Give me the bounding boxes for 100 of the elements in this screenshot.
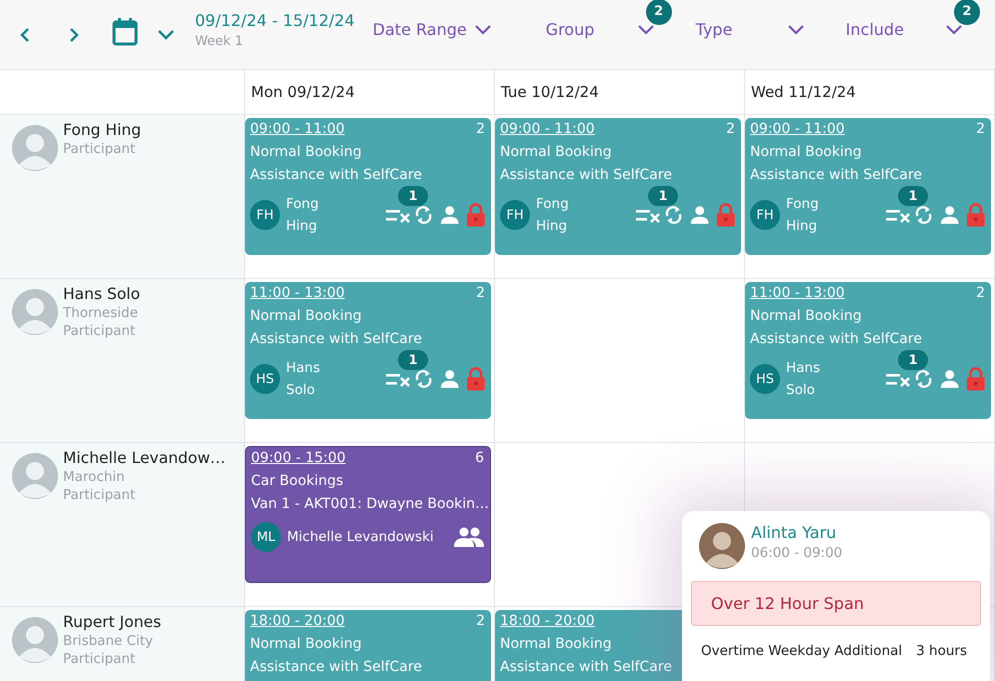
participant-name: Rupert Jones: [63, 613, 162, 631]
count-badge: 1: [398, 186, 428, 206]
booking-service: Assistance with SelfCare: [250, 167, 423, 183]
initials-avatar: FH: [250, 200, 280, 230]
participant-detail: Brisbane City: [63, 633, 154, 649]
initials-avatar: FH: [750, 200, 780, 230]
booking-count: 6: [475, 450, 484, 466]
booking-service: Assistance with SelfCare: [500, 167, 673, 183]
count-badge: 1: [648, 186, 678, 206]
participant-detail: Participant: [63, 323, 136, 339]
lock-icon[interactable]: [716, 202, 735, 228]
lock-icon[interactable]: [466, 366, 485, 392]
filter-dropdown[interactable]: Type: [696, 20, 732, 39]
person-icon[interactable]: [440, 368, 460, 390]
person-name: Hans Solo: [786, 359, 822, 400]
warning-alert: Over 12 Hour Span: [691, 581, 981, 626]
person-icon[interactable]: [940, 204, 960, 226]
lock-icon[interactable]: [466, 202, 485, 228]
avatar: [12, 125, 58, 171]
avatar: [12, 453, 58, 499]
participant-detail: Marochin: [63, 469, 126, 485]
booking-count: 2: [476, 613, 485, 629]
chevron-down-icon[interactable]: [946, 24, 962, 34]
filter-dropdown[interactable]: Date Range: [372, 20, 467, 39]
shift-time: 06:00 - 09:00: [751, 545, 842, 561]
booking-time[interactable]: 11:00 - 13:00: [750, 285, 845, 301]
chevron-down-icon[interactable]: [788, 24, 804, 34]
booking-time[interactable]: 18:00 - 20:00: [250, 613, 345, 629]
pay-item-hours: 3 hours: [916, 643, 967, 659]
chevron-down-icon[interactable]: [638, 24, 654, 34]
calendar-icon[interactable]: [112, 18, 138, 46]
person-name: Fong Hing: [536, 195, 570, 236]
person-icon[interactable]: [940, 368, 960, 390]
booking-service: Assistance with SelfCare: [250, 331, 423, 347]
participant-name: Michelle Levandow…: [63, 449, 226, 467]
filter-dropdown[interactable]: Group: [546, 20, 594, 39]
booking-time[interactable]: 09:00 - 15:00: [251, 450, 346, 466]
chevron-left-icon[interactable]: [18, 28, 32, 42]
count-badge: 1: [898, 350, 928, 370]
week-label: Week 1: [195, 34, 244, 48]
count-badge: 2: [954, 0, 980, 24]
avatar: [12, 289, 58, 335]
initials-avatar: HS: [250, 364, 280, 394]
avatar: [699, 523, 745, 569]
person-name: Fong Hing: [786, 195, 820, 236]
initials-avatar: ML: [251, 522, 281, 552]
booking-card[interactable]: 18:00 - 20:00 2 Normal Booking Assistance with SelfCare: [245, 610, 491, 681]
chevron-down-icon[interactable]: [158, 30, 174, 40]
chevron-down-icon[interactable]: [474, 24, 491, 34]
booking-service: Assistance with SelfCare: [750, 331, 923, 347]
booking-service: Assistance with SelfCare: [500, 659, 673, 675]
booking-service: Assistance with SelfCare: [750, 167, 923, 183]
booking-title: Normal Booking: [500, 144, 613, 160]
sync-icon[interactable]: [912, 367, 934, 391]
count-badge: 1: [898, 186, 928, 206]
sync-icon[interactable]: [412, 367, 434, 391]
chevron-right-icon[interactable]: [67, 28, 81, 42]
day-header: Mon 09/12/24: [251, 83, 355, 101]
booking-count: 2: [476, 285, 485, 301]
people-icon[interactable]: [454, 527, 484, 547]
person-icon[interactable]: [690, 204, 710, 226]
participant-detail: Participant: [63, 141, 136, 157]
booking-title: Normal Booking: [250, 636, 363, 652]
booking-count: 2: [976, 121, 985, 137]
participant-detail: Participant: [63, 487, 136, 503]
booking-time[interactable]: 09:00 - 11:00: [500, 121, 595, 137]
booking-title: Normal Booking: [250, 308, 363, 324]
person-name: Fong Hing: [286, 195, 320, 236]
sync-icon[interactable]: [912, 203, 934, 227]
participant-detail: Thorneside: [63, 305, 139, 321]
booking-count: 2: [726, 121, 735, 137]
participant-name: Hans Solo: [63, 285, 140, 303]
booking-time[interactable]: 11:00 - 13:00: [250, 285, 345, 301]
booking-count: 2: [976, 285, 985, 301]
participant-detail: Participant: [63, 651, 136, 667]
sync-icon[interactable]: [412, 203, 434, 227]
booking-time[interactable]: 09:00 - 11:00: [250, 121, 345, 137]
booking-title: Normal Booking: [750, 144, 863, 160]
booking-card[interactable]: 09:00 - 15:00 6 Car Bookings Van 1 - AKT001: Dwayne Bookin… ML Michelle Levandowski: [245, 446, 491, 583]
person-name: Michelle Levandowski: [287, 528, 434, 547]
date-range-text: 09/12/24 - 15/12/24: [195, 10, 355, 30]
pay-item-label: Overtime Weekday Additional: [701, 643, 902, 659]
lock-icon[interactable]: [966, 202, 985, 228]
initials-avatar: HS: [750, 364, 780, 394]
participant-name: Fong Hing: [63, 121, 142, 139]
booking-time[interactable]: 18:00 - 20:00: [500, 613, 595, 629]
sync-icon[interactable]: [662, 203, 684, 227]
lock-icon[interactable]: [966, 366, 985, 392]
filter-dropdown[interactable]: Include: [846, 20, 904, 39]
person-icon[interactable]: [440, 204, 460, 226]
count-badge: 1: [398, 350, 428, 370]
initials-avatar: FH: [500, 200, 530, 230]
staff-name[interactable]: Alinta Yaru: [751, 523, 842, 542]
booking-time[interactable]: 09:00 - 11:00: [750, 121, 845, 137]
avatar: [12, 617, 58, 663]
booking-service: Assistance with SelfCare: [250, 659, 423, 675]
booking-count: 2: [476, 121, 485, 137]
count-badge: 2: [646, 0, 672, 24]
day-header: Wed 11/12/24: [751, 83, 856, 101]
booking-title: Normal Booking: [250, 144, 363, 160]
